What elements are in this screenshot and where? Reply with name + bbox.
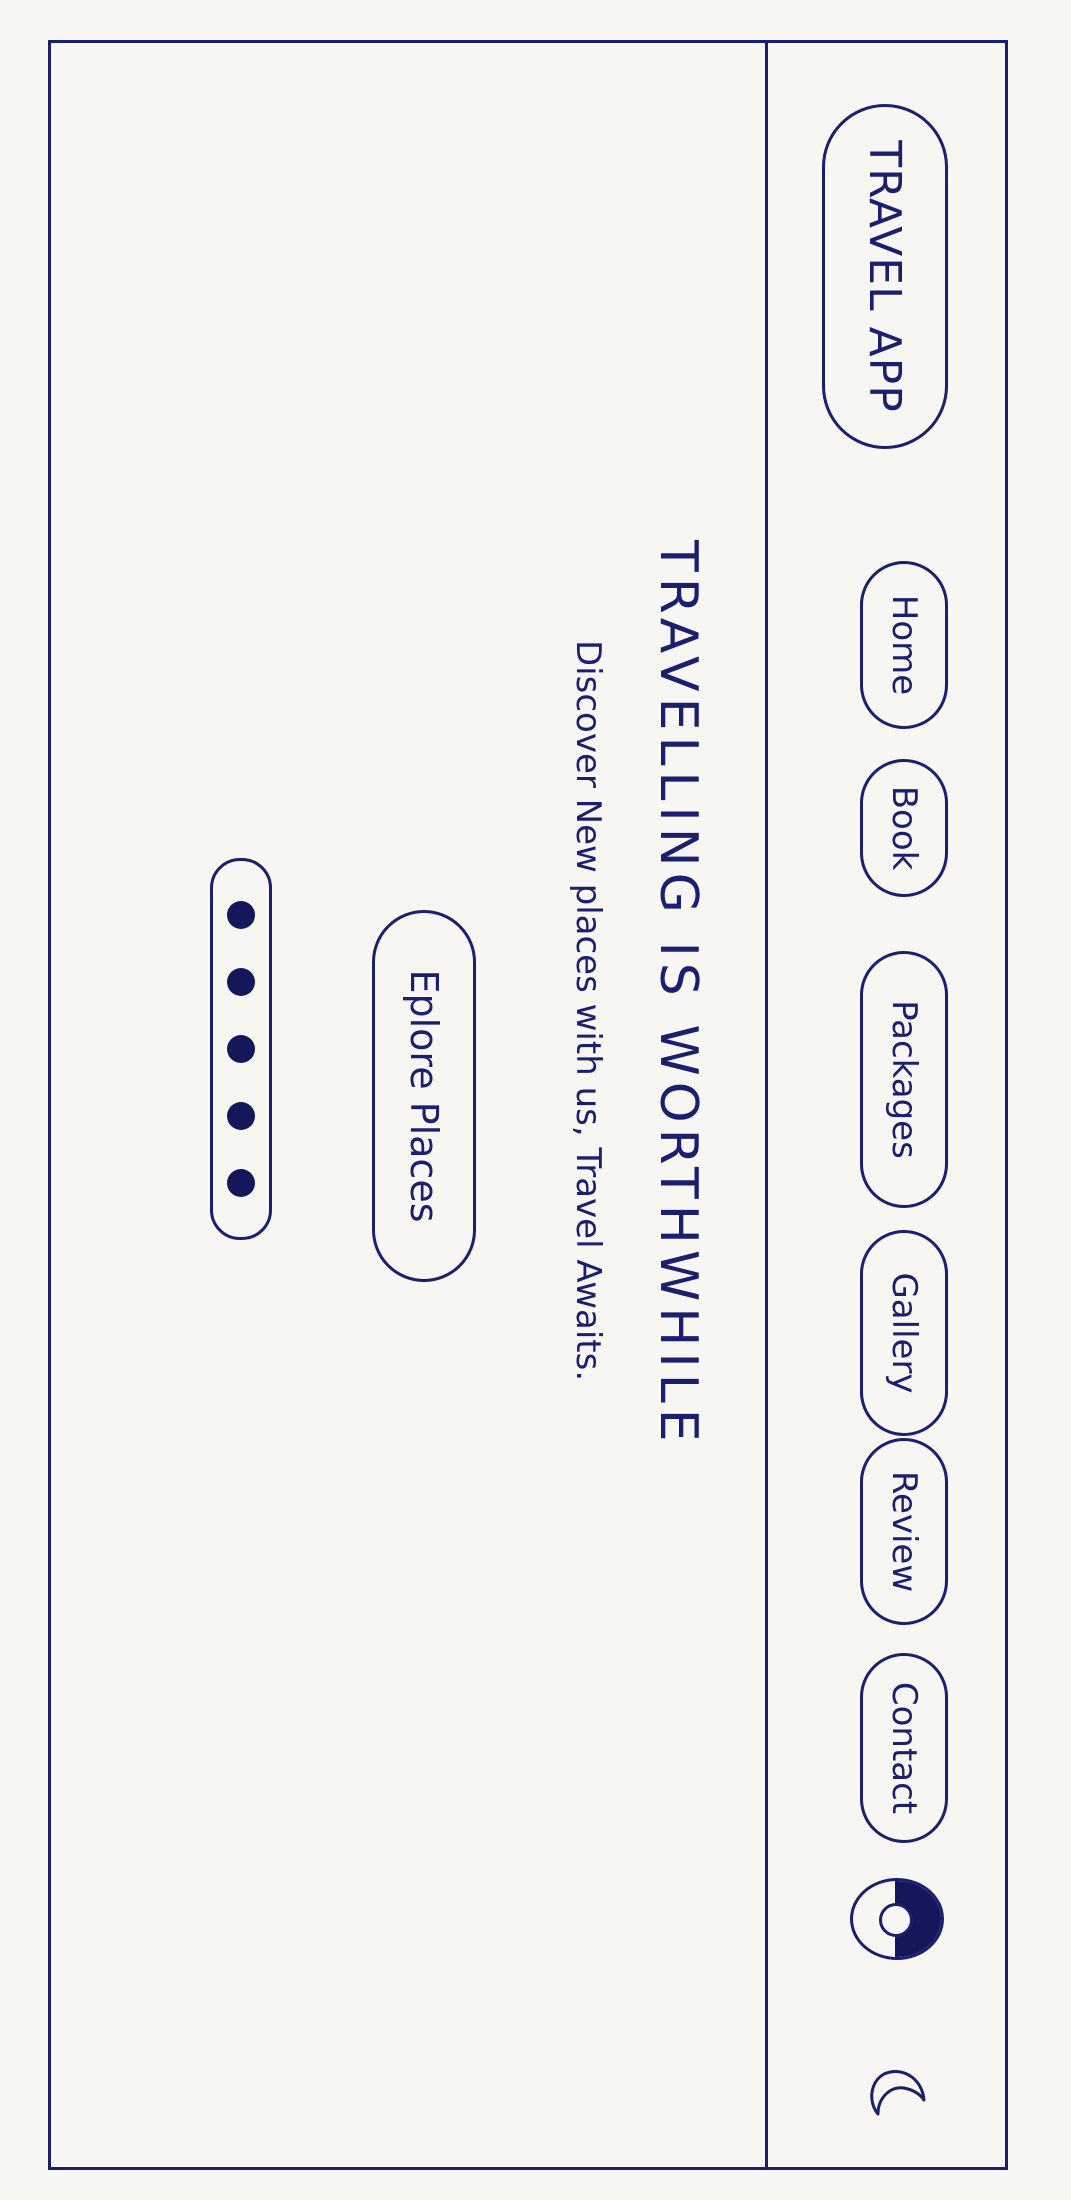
carousel-dot[interactable] (227, 967, 255, 996)
nav-item-gallery[interactable]: Gallery (860, 1230, 948, 1436)
carousel-dot[interactable] (227, 1034, 255, 1063)
hero-subtitle: Discover New places with us, Travel Awai… (568, 640, 608, 1382)
nav-item-book[interactable]: Book (860, 759, 948, 897)
nav-item-packages[interactable]: Packages (860, 951, 948, 1208)
nav-item-contact[interactable]: Contact (860, 1653, 948, 1843)
top-navbar: TRAVEL APP Home Book Packages Gallery Re… (765, 40, 1008, 2170)
moon-icon[interactable] (866, 2056, 930, 2120)
wireframe-page: TRAVEL APP Home Book Packages Gallery Re… (48, 40, 1008, 2170)
carousel-dot[interactable] (227, 900, 255, 929)
nav-item-review[interactable]: Review (860, 1438, 948, 1625)
user-profile-icon[interactable] (850, 1878, 944, 1960)
carousel-dot[interactable] (227, 1102, 255, 1131)
explore-places-button[interactable]: Eplore Places (372, 910, 476, 1282)
carousel-dot[interactable] (227, 1169, 255, 1198)
profile-ring (879, 1903, 913, 1937)
hero-title: TRAVELLING IS WORTHWHILE (648, 540, 708, 1448)
nav-item-home[interactable]: Home (860, 561, 948, 729)
carousel-indicator (210, 858, 272, 1240)
app-logo[interactable]: TRAVEL APP (822, 104, 948, 449)
